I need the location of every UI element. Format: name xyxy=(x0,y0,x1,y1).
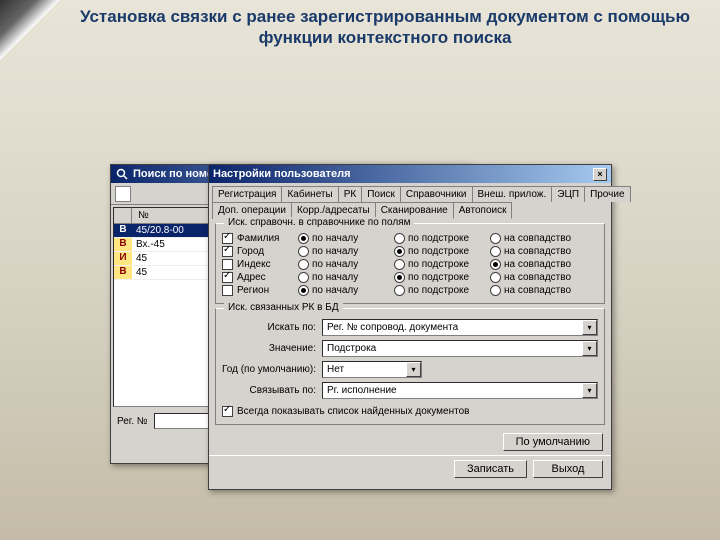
field-checkbox[interactable] xyxy=(222,233,233,244)
field-radio[interactable] xyxy=(490,285,501,296)
value-label: Значение: xyxy=(222,343,322,354)
row-number: 45/20.8-00 xyxy=(132,224,212,237)
compare-select[interactable]: Рг. исполнение ▾ xyxy=(322,382,598,399)
field-radio[interactable] xyxy=(490,233,501,244)
radio-label: по началу xyxy=(312,246,358,257)
year-label: Год (по умолчанию): xyxy=(222,364,322,375)
field-row: Фамилия по началу по подстроке на совпадств… xyxy=(222,232,598,245)
always-show-label: Всегда показывать список найденных докум… xyxy=(237,406,470,417)
settings-window: Настройки пользователя × РегистрацияКаби… xyxy=(208,164,612,490)
field-row: Индекс по началу по подстроке на совпадство xyxy=(222,258,598,271)
row-number: Вх.-45 xyxy=(132,238,212,251)
field-radio[interactable] xyxy=(394,259,405,270)
chevron-down-icon[interactable]: ▾ xyxy=(406,362,421,377)
settings-titlebar[interactable]: Настройки пользователя × xyxy=(209,165,611,183)
field-label: Фамилия xyxy=(237,233,279,244)
tab-справочники[interactable]: Справочники xyxy=(400,186,473,202)
field-radio[interactable] xyxy=(394,285,405,296)
tab-регистрация[interactable]: Регистрация xyxy=(212,186,282,202)
group-directory-search: Иск. справочн. в справочнике по полям Фа… xyxy=(215,223,605,304)
search-icon xyxy=(115,167,129,181)
group2-title: Иск. связанных РК в БД xyxy=(224,302,343,313)
field-label: Регион xyxy=(237,285,269,296)
tab-кабинеты[interactable]: Кабинеты xyxy=(281,186,338,202)
field-label: Индекс xyxy=(237,259,271,270)
radio-label: по началу xyxy=(312,272,358,283)
field-radio[interactable] xyxy=(298,233,309,244)
col-number[interactable]: № xyxy=(132,208,212,223)
radio-label: по подстроке xyxy=(408,285,469,296)
radio-label: по началу xyxy=(312,233,358,244)
value-select[interactable]: Подстрока ▾ xyxy=(322,340,598,357)
field-radio[interactable] xyxy=(490,272,501,283)
group-linked-search: Иск. связанных РК в БД Искать по: Рег. №… xyxy=(215,308,605,425)
radio-label: по подстроке xyxy=(408,259,469,270)
field-radio[interactable] xyxy=(394,233,405,244)
toolbar-icon[interactable] xyxy=(115,186,131,202)
row-number: 45 xyxy=(132,266,212,279)
row-icon: И xyxy=(114,252,132,265)
compare-label: Связывать по: xyxy=(222,385,322,396)
page-title: Установка связки с ранее зарегистрирован… xyxy=(70,6,700,49)
tab-поиск[interactable]: Поиск xyxy=(361,186,401,202)
radio-label: по началу xyxy=(312,285,358,296)
field-radio[interactable] xyxy=(298,246,309,257)
field-label: Город xyxy=(237,246,264,257)
reg-input[interactable] xyxy=(154,413,214,429)
settings-window-title: Настройки пользователя xyxy=(213,168,351,180)
row-icon: В xyxy=(114,266,132,279)
tabs-row-1: РегистрацияКабинетыРКПоискСправочникиВне… xyxy=(209,183,611,202)
field-radio[interactable] xyxy=(394,272,405,283)
field-radio[interactable] xyxy=(298,285,309,296)
tab-автопоиск[interactable]: Автопоиск xyxy=(453,202,513,219)
radio-label: на совпадство xyxy=(504,285,571,296)
tab-рк[interactable]: РК xyxy=(338,186,363,202)
always-show-checkbox[interactable] xyxy=(222,406,233,417)
close-button[interactable]: × xyxy=(593,168,607,181)
tab-внеш-прилож-[interactable]: Внеш. прилож. xyxy=(472,186,553,202)
value-value: Подстрока xyxy=(327,343,376,354)
chevron-down-icon[interactable]: ▾ xyxy=(582,320,597,335)
reg-label: Рег. № xyxy=(117,416,148,427)
radio-label: по подстроке xyxy=(408,272,469,283)
search-by-select[interactable]: Рег. № сопровод. документа ▾ xyxy=(322,319,598,336)
radio-label: на совпадство xyxy=(504,259,571,270)
year-select[interactable]: Нет ▾ xyxy=(322,361,422,378)
field-radio[interactable] xyxy=(298,259,309,270)
search-by-label: Искать по: xyxy=(222,322,322,333)
field-radio[interactable] xyxy=(490,259,501,270)
group1-title: Иск. справочн. в справочнике по полям xyxy=(224,217,414,228)
field-radio[interactable] xyxy=(490,246,501,257)
row-number: 45 xyxy=(132,252,212,265)
field-checkbox[interactable] xyxy=(222,246,233,257)
field-radio[interactable] xyxy=(298,272,309,283)
tab-эцп[interactable]: ЭЦП xyxy=(551,186,585,202)
field-checkbox[interactable] xyxy=(222,259,233,270)
save-button[interactable]: Записать xyxy=(454,460,527,478)
radio-label: по началу xyxy=(312,259,358,270)
default-button[interactable]: По умолчанию xyxy=(503,433,603,451)
field-checkbox[interactable] xyxy=(222,285,233,296)
row-icon: В xyxy=(114,238,132,251)
field-checkbox[interactable] xyxy=(222,272,233,283)
radio-label: по подстроке xyxy=(408,246,469,257)
compare-value: Рг. исполнение xyxy=(327,385,397,396)
chevron-down-icon[interactable]: ▾ xyxy=(582,383,597,398)
field-row: Город по началу по подстроке на совпадство xyxy=(222,245,598,258)
radio-label: на совпадство xyxy=(504,272,571,283)
chevron-down-icon[interactable]: ▾ xyxy=(582,341,597,356)
field-radio[interactable] xyxy=(394,246,405,257)
field-row: Регион по началу по подстроке на совпадство xyxy=(222,284,598,297)
search-by-value: Рег. № сопровод. документа xyxy=(327,322,458,333)
year-value: Нет xyxy=(327,364,344,375)
row-icon: В xyxy=(114,224,132,237)
field-label: Адрес xyxy=(237,272,266,283)
radio-label: на совпадство xyxy=(504,233,571,244)
tab-прочие[interactable]: Прочие xyxy=(584,186,630,202)
field-row: Адрес по началу по подстроке на совпадство xyxy=(222,271,598,284)
cancel-button[interactable]: Выход xyxy=(533,460,603,478)
radio-label: на совпадство xyxy=(504,246,571,257)
corner-decoration xyxy=(0,0,60,60)
radio-label: по подстроке xyxy=(408,233,469,244)
